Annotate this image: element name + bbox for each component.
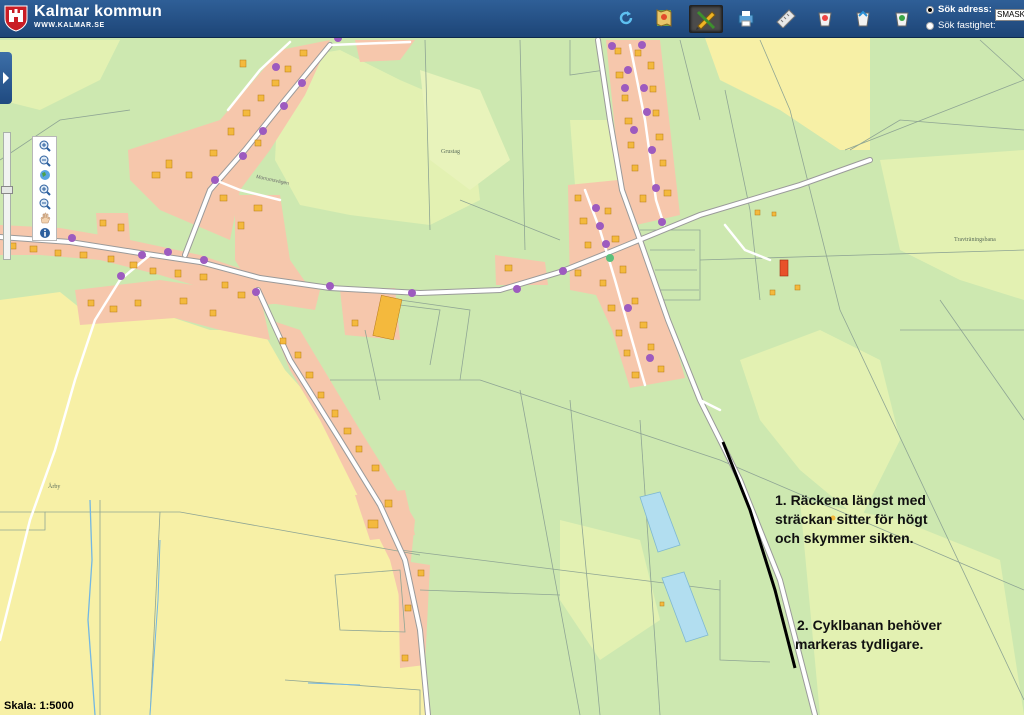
red-building: [779, 259, 789, 277]
refresh-button[interactable]: [612, 5, 640, 31]
label-travtraningsbana: Travträningsbana: [954, 237, 996, 243]
side-panel-toggle[interactable]: [0, 52, 12, 104]
brand-url: WWW.KALMAR.SE: [34, 22, 105, 29]
label-grustag: Grustag: [441, 149, 460, 155]
search-address-label: Sök adress:: [938, 4, 992, 15]
pan-hand-icon[interactable]: [39, 212, 51, 224]
search-address-radio[interactable]: [926, 6, 934, 14]
map-layers-button[interactable]: [650, 5, 678, 31]
green-marker: [606, 254, 614, 262]
map-scale: Skala: 1:5000: [4, 700, 74, 712]
draw-tools-button[interactable]: [689, 5, 723, 33]
zoom-box-in-icon[interactable]: [39, 184, 51, 196]
refresh-icon: [619, 11, 633, 25]
bucket-icon-2: [856, 10, 870, 27]
search-input[interactable]: SMASK: [995, 9, 1024, 21]
tool-button-8[interactable]: [888, 5, 916, 31]
bucket-icon-3: [895, 12, 909, 27]
zoom-slider[interactable]: [3, 132, 11, 260]
note-1-line-2: sträckan sitter för högt: [775, 511, 928, 527]
ruler-icon: [776, 9, 796, 28]
tool-button-7[interactable]: [849, 5, 877, 31]
print-icon: [738, 11, 754, 27]
app-header: Kalmar kommun WWW.KALMAR.SE Sök adress: …: [0, 0, 1024, 38]
bucket-icon-1: [818, 12, 832, 27]
search-property-label: Sök fastighet:: [938, 20, 996, 31]
label-arby: Årby: [48, 482, 60, 490]
residential-zone: [96, 213, 130, 240]
note-2-line-1: 2. Cyklbanan behöver: [797, 617, 942, 633]
print-button[interactable]: [732, 5, 760, 31]
brand-title: Kalmar kommun: [34, 3, 162, 20]
kalmar-shield-icon: [4, 5, 28, 32]
map-view[interactable]: Grustag Travträningsbana Årby Morrumsväg…: [0, 38, 1024, 715]
draw-tools-icon: [696, 10, 716, 30]
note-1-line-3: och skymmer sikten.: [775, 530, 914, 546]
measure-button[interactable]: [772, 5, 800, 31]
note-2-line-2: markeras tydligare.: [795, 636, 924, 652]
info-icon[interactable]: [39, 227, 51, 239]
search-panel: Sök adress: Sök fastighet: SMASK: [924, 3, 1024, 35]
map-canvas[interactable]: Grustag Travträningsbana Årby Morrumsväg…: [0, 38, 1024, 715]
zoom-slider-thumb[interactable]: [1, 186, 13, 194]
search-property-radio[interactable]: [926, 22, 934, 30]
map-tool-panel: [32, 136, 57, 241]
zoom-out-icon[interactable]: [39, 155, 51, 167]
globe-icon[interactable]: [39, 169, 51, 181]
note-1-line-1: 1. Räckena längst med: [775, 492, 926, 508]
annotation-note-1: 1. Räckena längst med sträckan sitter fö…: [775, 491, 927, 548]
zoom-box-out-icon[interactable]: [39, 198, 51, 210]
tool-button-6[interactable]: [811, 5, 839, 31]
annotation-note-2: 2. Cyklbanan behöver markeras tydligare.: [795, 616, 942, 654]
map-layers-icon: [656, 9, 672, 27]
zoom-in-icon[interactable]: [39, 140, 51, 152]
